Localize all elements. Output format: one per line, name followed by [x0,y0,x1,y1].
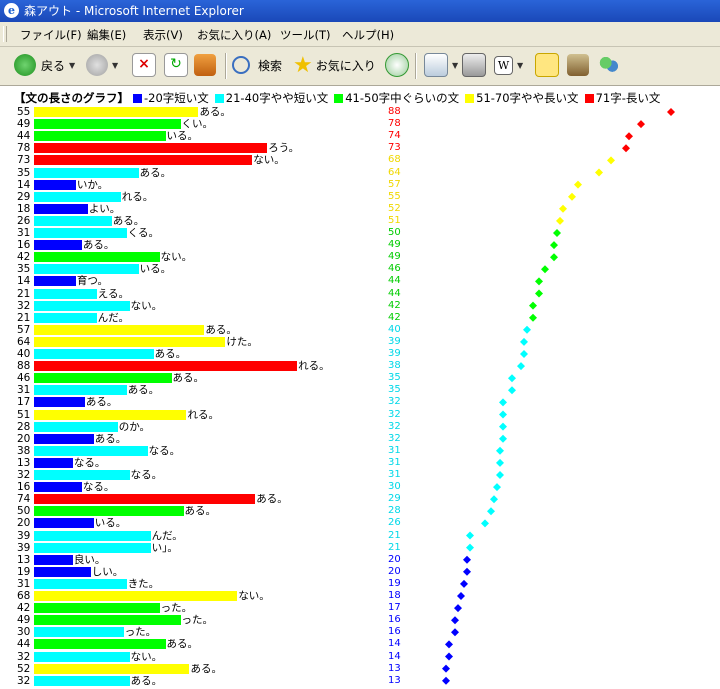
messenger-button[interactable] [598,51,620,79]
stop-button[interactable]: × [132,51,156,79]
sorted-length-dot [529,301,537,310]
research-button[interactable] [567,51,589,79]
window-title: 森アウト - Microsoft Internet Explorer [24,4,244,18]
mail-button[interactable]: ▼ [424,51,458,79]
sorted-length-dot [550,253,558,262]
toolbar: 戻る ▼ ▼ × ↻ 検索 ★ お気に入り ▼ W ▼ [0,47,720,86]
messenger-icon [598,54,620,76]
history-icon [385,53,409,77]
back-button[interactable]: 戻る ▼ [14,51,75,79]
menu-favorites[interactable]: お気に入り(A) [197,27,271,43]
sorted-length-dot [445,640,453,649]
sorted-length-dot [607,156,615,165]
home-icon [194,54,216,76]
sorted-length-dot [466,531,474,540]
sorted-length-dot [520,350,528,358]
back-dropdown-icon[interactable]: ▼ [69,61,75,70]
menu-grip[interactable] [3,26,7,42]
note-icon [535,53,559,77]
discuss-button[interactable] [535,51,559,79]
sorted-length-dot [451,616,459,625]
menu-help[interactable]: ヘルプ(H) [342,27,394,43]
sorted-length-dot [667,108,675,116]
sorted-length-dot [559,204,567,213]
menu-view[interactable]: 表示(V) [143,27,183,43]
back-label: 戻る [41,58,66,73]
forward-button[interactable]: ▼ [86,51,118,79]
sorted-length-dot [595,168,603,177]
search-button[interactable]: 検索 [232,51,282,79]
edit-button[interactable]: W ▼ [494,51,523,79]
forward-dropdown-icon[interactable]: ▼ [112,61,118,70]
menu-bar: ファイル(F) 編集(E) 表示(V) お気に入り(A) ツール(T) ヘルプ(… [0,22,720,47]
print-button[interactable] [462,51,486,79]
menu-file[interactable]: ファイル(F) [20,27,82,43]
sorted-length-dot [499,410,507,419]
sorted-length-dot [541,265,549,274]
sorted-length-dot [568,192,576,201]
sorted-length-dot [463,555,471,564]
favorites-star-icon: ★ [293,52,313,78]
title-bar: e 森アウト - Microsoft Internet Explorer [0,0,720,22]
research-icon [567,54,589,76]
sorted-length-dot [457,592,465,600]
sorted-length-dot [493,483,501,492]
toolbar-separator [415,53,417,79]
refresh-button[interactable]: ↻ [164,51,188,79]
sorted-length-dot [442,676,450,685]
sorted-length-dot [535,289,543,298]
sorted-length-dot [490,495,498,504]
sorted-length-dot [523,325,531,334]
sorted-length-dot [553,229,561,237]
sorted-length-dot-plot [442,108,675,685]
menu-edit[interactable]: 編集(E) [87,27,126,43]
home-button[interactable] [194,51,216,79]
sorted-length-dot [496,446,504,455]
history-button[interactable] [385,51,409,79]
menu-tools[interactable]: ツール(T) [280,27,331,43]
sorted-length-dot [529,313,537,322]
mail-dropdown-icon[interactable]: ▼ [452,61,458,70]
ie-logo-icon: e [4,3,19,18]
stop-icon: × [132,53,156,77]
back-arrow-icon [14,54,36,76]
page-content: 【文の長さのグラフ】 -20字短い文 21-40字やや短い文 41-50字中ぐら… [0,86,720,689]
word-edit-icon: W [494,55,513,75]
sorted-length-dot [508,374,516,383]
search-label: 検索 [258,58,283,73]
sorted-length-dot [499,422,507,431]
sorted-length-dot [625,132,633,141]
sorted-length-dot [535,277,543,286]
favorites-button[interactable]: ★ お気に入り [293,51,376,79]
sorted-length-dot [574,180,582,189]
sorted-length-dot [622,144,630,153]
sorted-length-dot [550,241,558,250]
refresh-icon: ↻ [164,53,188,77]
sorted-length-dot [556,216,564,225]
sorted-length-dot [508,386,516,395]
toolbar-separator [225,53,227,79]
sorted-length-dot [445,652,453,661]
sorted-length-dot [481,519,489,528]
sorted-length-dot [499,398,507,407]
sorted-length-dot [496,458,504,467]
sorted-length-dot [463,567,471,576]
sorted-length-dot [451,628,459,637]
print-icon [462,53,486,77]
edit-dropdown-icon[interactable]: ▼ [517,61,523,70]
sorted-length-dot [496,471,504,479]
sorted-length-dot [466,543,474,552]
sorted-length-dot [487,507,495,516]
search-icon [232,56,250,74]
sorted-length-dot [637,120,645,129]
forward-arrow-icon [86,54,108,76]
mail-icon [424,53,448,77]
sorted-length-dot [460,579,468,588]
sorted-length-dot [520,337,528,346]
sorted-length-dot [517,362,525,371]
favorites-label: お気に入り [315,58,376,73]
sorted-length-dot [499,434,507,443]
sorted-length-dot [442,664,450,673]
sorted-length-dot [454,604,462,613]
